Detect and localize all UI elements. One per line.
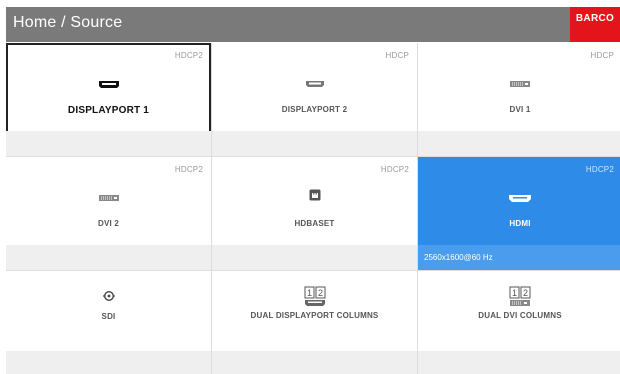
barco-logo: BARCO xyxy=(570,7,620,42)
displayport-icon xyxy=(212,80,417,88)
source-tile-hdmi[interactable]: HDCP2 HDMI 2560x1600@60 Hz xyxy=(418,157,620,270)
source-tile-dvi-1[interactable]: HDCP DVI 1 xyxy=(418,43,620,156)
hdcp-badge: HDCP xyxy=(385,51,409,60)
tile-label: DUAL DVI COLUMNS xyxy=(478,311,562,320)
hdcp-badge: HDCP2 xyxy=(380,165,409,174)
hdcp-badge: HDCP2 xyxy=(174,165,203,174)
source-tile-sdi[interactable]: SDI xyxy=(6,271,211,374)
dual-displayport-icon: 1 2 xyxy=(212,286,417,308)
tile-status: 2560x1600@60 Hz xyxy=(424,253,493,262)
source-grid: HDCP2 DISPLAYPORT 1 HDCP DISPLAYPORT 2 H… xyxy=(6,43,620,374)
breadcrumb-title: Home / Source xyxy=(13,14,123,31)
dual-number-2: 2 xyxy=(523,288,528,298)
tile-label: DISPLAYPORT 1 xyxy=(67,105,150,116)
tile-status-bar xyxy=(418,351,620,374)
hdcp-badge: HDCP xyxy=(590,51,614,60)
dvi-icon xyxy=(418,80,620,88)
source-tile-displayport-2[interactable]: HDCP DISPLAYPORT 2 xyxy=(212,43,417,156)
tile-label: HDBASET xyxy=(294,219,335,228)
tile-status-bar xyxy=(418,131,620,156)
hdbaset-icon xyxy=(212,189,417,201)
sdi-icon xyxy=(6,290,211,302)
tile-label: HDMI xyxy=(509,219,531,228)
tile-status-bar xyxy=(6,245,211,270)
source-tile-dual-displayport[interactable]: 1 2 DUAL DISPLAYPORT COLUMNS xyxy=(212,271,417,374)
tile-label: SDI xyxy=(101,312,116,321)
source-tile-hdbaset[interactable]: HDCP2 HDBASET xyxy=(212,157,417,270)
source-tile-dvi-2[interactable]: HDCP2 DVI 2 xyxy=(6,157,211,270)
tile-label: DVI 1 xyxy=(509,105,531,114)
tile-status-bar xyxy=(212,351,417,374)
dual-number-2: 2 xyxy=(317,288,322,298)
tile-label: DUAL DISPLAYPORT COLUMNS xyxy=(250,311,379,320)
tile-label: DVI 2 xyxy=(97,219,119,228)
tile-status-bar: 2560x1600@60 Hz xyxy=(418,245,620,270)
header-bar: Home / Source BARCO xyxy=(6,7,620,42)
displayport-icon xyxy=(6,80,211,89)
tile-status-bar xyxy=(212,131,417,156)
tile-status-bar xyxy=(212,245,417,270)
hdmi-icon xyxy=(418,194,620,203)
dvi-icon xyxy=(6,194,211,202)
tile-status-bar xyxy=(6,131,211,156)
dual-dvi-icon: 1 2 xyxy=(418,286,620,308)
dual-number-1: 1 xyxy=(512,288,517,298)
hdcp-badge: HDCP2 xyxy=(585,165,614,174)
tile-status-bar xyxy=(6,351,211,374)
tile-label: DISPLAYPORT 2 xyxy=(281,105,348,114)
dual-number-1: 1 xyxy=(306,288,311,298)
source-tile-dual-dvi[interactable]: 1 2 DUAL DVI COLUMNS xyxy=(418,271,620,374)
hdcp-badge: HDCP2 xyxy=(174,51,203,60)
source-tile-displayport-1[interactable]: HDCP2 DISPLAYPORT 1 xyxy=(6,43,211,156)
